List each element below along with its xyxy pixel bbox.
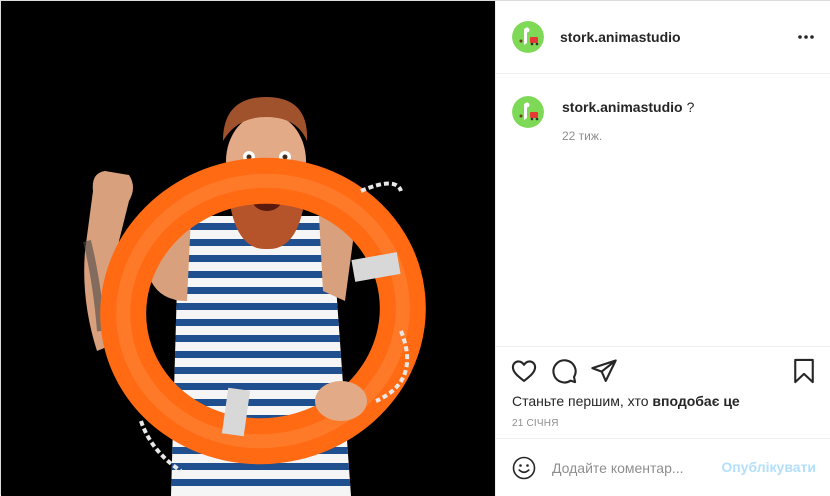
comment-input[interactable] — [552, 458, 722, 478]
caption-avatar[interactable] — [512, 96, 544, 128]
instagram-post: stork.animastudio stork.animastudio ? 22… — [0, 0, 830, 496]
post-header: stork.animastudio — [496, 1, 830, 74]
post-photo[interactable] — [1, 1, 495, 496]
caption-time-ago: 22 тиж. — [562, 129, 603, 143]
comment-bubble-icon[interactable] — [550, 357, 578, 385]
caption-username[interactable]: stork.animastudio — [562, 99, 683, 115]
paper-plane-icon[interactable] — [590, 357, 618, 385]
heart-icon[interactable] — [510, 357, 538, 385]
likes-prefix: Станьте першим, хто — [512, 393, 653, 409]
header-username[interactable]: stork.animastudio — [560, 29, 681, 45]
add-comment-bar: Опублікувати — [496, 438, 830, 496]
stork-logo-icon — [512, 96, 544, 128]
likes-line: Станьте першим, хто вподобає це — [512, 393, 740, 409]
caption-text: ? — [686, 99, 695, 115]
post-side-panel: stork.animastudio stork.animastudio ? 22… — [495, 1, 830, 496]
like-this-link[interactable]: вподобає це — [652, 393, 739, 409]
stork-logo-icon — [512, 21, 544, 53]
more-options-icon[interactable] — [796, 27, 816, 47]
post-date[interactable]: 21 СІЧНЯ — [512, 418, 559, 429]
stork-logo-avatar[interactable] — [512, 21, 544, 53]
smiley-icon[interactable] — [512, 456, 536, 480]
post-photo-illustration — [1, 1, 495, 496]
publish-button[interactable]: Опублікувати — [721, 459, 816, 475]
comments-area: stork.animastudio? 22 тиж. — [496, 74, 830, 346]
bookmark-icon[interactable] — [790, 357, 818, 385]
post-actions: Станьте першим, хто вподобає це 21 СІЧНЯ — [496, 346, 830, 438]
post-caption: stork.animastudio? — [562, 99, 694, 115]
